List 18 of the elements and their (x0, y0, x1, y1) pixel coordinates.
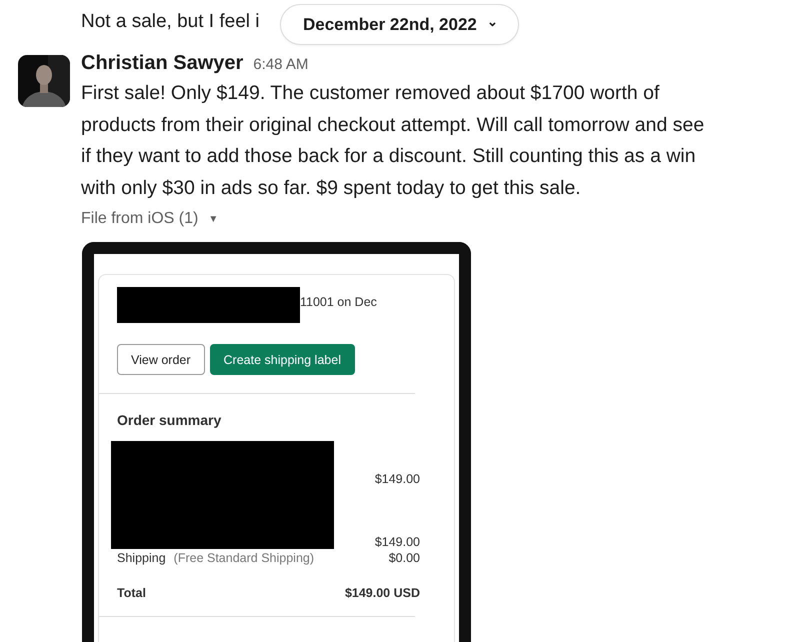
order-button[interactable]: View order (117, 344, 205, 375)
message-text: First sale! Only $149. The customer removed about $1700 worth of products from their original checkout attempt. Will call tomorrow and see if they want to add those back for a discount. Still counting this as a win with only $30 in ads so far. $9 spent today to get this sale. (81, 81, 704, 200)
timestamp[interactable]: 6:48 AM (253, 56, 308, 73)
order-heading: 11001 on Dec (300, 295, 377, 309)
shipping-price: $0.00 (388, 551, 420, 565)
shipping-label: Shipping (117, 551, 166, 565)
author-name[interactable]: Christian Sawyer (81, 52, 244, 75)
attachment-toggle[interactable]: File from iOS (1) ▼ (81, 210, 218, 228)
total-label: Total (117, 586, 146, 600)
item-price: $149.00 (374, 472, 420, 486)
message-text: Not a sale, but I feel i (81, 11, 260, 32)
shipping-method: (Free Standard Shipping) (174, 551, 314, 565)
phone-screenshot[interactable]: 11001 on Dec View order Create shipping label Order summary $149.00 $149.00 Shipping (Free Standard Shipping) $0.00 Total $149.00 USD (82, 242, 471, 642)
section-title: Order summary (117, 412, 222, 428)
total-amount: $149.00 USD (344, 586, 420, 600)
date-divider-button[interactable]: December 22nd, 2022 ⌄ (280, 4, 519, 45)
order-button[interactable]: Create shipping label (210, 344, 355, 375)
subtotal: $149.00 (374, 535, 420, 549)
